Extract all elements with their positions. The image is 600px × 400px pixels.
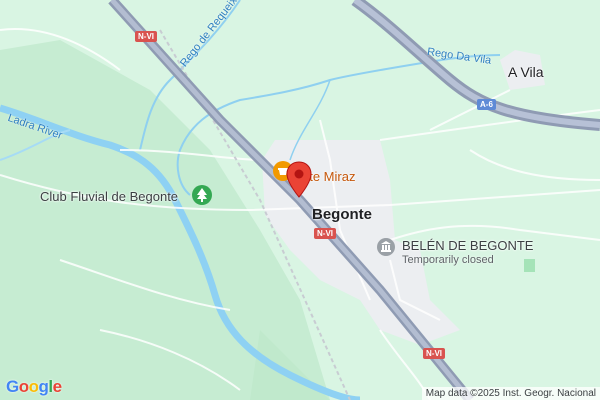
map-attribution[interactable]: Map data ©2025 Inst. Geogr. Nacional: [421, 387, 600, 400]
place-label-begonte[interactable]: Begonte: [312, 206, 372, 223]
park-square: [524, 259, 535, 272]
road-shield-a6: A-6: [477, 99, 496, 110]
poi-status-label: Temporarily closed: [402, 254, 494, 266]
road-shield-nvi: N-VI: [135, 31, 157, 42]
poi-label-club-fluvial[interactable]: Club Fluvial de Begonte: [40, 189, 178, 204]
google-logo: Google: [6, 377, 62, 396]
tree-icon[interactable]: [191, 184, 213, 211]
map-canvas[interactable]: Ladra River Rego de Requeixo Rego Da Vil…: [0, 0, 600, 400]
red-location-pin[interactable]: [286, 161, 312, 204]
place-label-a-vila[interactable]: A Vila: [508, 64, 544, 80]
road-shield-nvi: N-VI: [423, 348, 445, 359]
poi-label-belen[interactable]: BELÉN DE BEGONTE: [402, 238, 533, 253]
road-shield-nvi: N-VI: [314, 228, 336, 239]
landmark-icon[interactable]: [376, 237, 396, 262]
